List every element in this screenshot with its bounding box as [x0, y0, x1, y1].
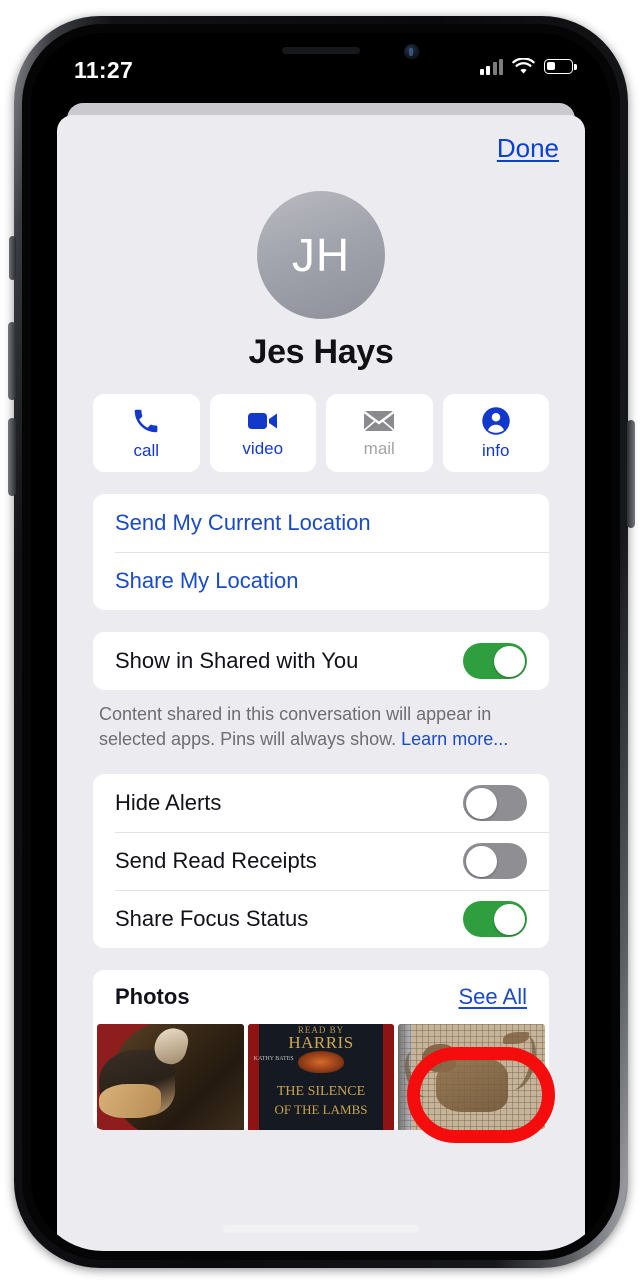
avatar[interactable]: JH — [257, 191, 385, 319]
book-author: HARRIS — [288, 1033, 354, 1052]
status-bar: 11:27 — [31, 33, 611, 95]
video-button-label: video — [242, 438, 284, 458]
mute-switch-button[interactable] — [9, 236, 16, 280]
dog-photo-thumbnail[interactable] — [97, 1024, 244, 1130]
hide-alerts-label: Hide Alerts — [115, 790, 222, 815]
battery-low-icon — [544, 59, 577, 74]
hide-alerts-row[interactable]: Hide Alerts — [93, 774, 549, 832]
sheet-header: Done — [57, 115, 585, 177]
send-my-current-location-label: Send My Current Location — [115, 510, 371, 535]
home-indicator[interactable] — [223, 1225, 419, 1233]
photos-header: Photos See All — [93, 970, 549, 1024]
avatar-initials: JH — [291, 229, 351, 281]
person-circle-icon — [482, 406, 510, 435]
show-in-shared-with-you-toggle[interactable] — [463, 643, 527, 679]
video-button[interactable]: video — [209, 394, 316, 472]
silence-of-the-lambs-book-cover-thumbnail[interactable]: READ BY HARRIS KATHY BATES THE SILENCE O… — [247, 1024, 395, 1130]
info-button-label: info — [482, 440, 510, 460]
book-title-line-1: THE SILENCE — [276, 1084, 366, 1099]
book-title-line-2: OF THE LAMBS — [274, 1102, 368, 1117]
send-read-receipts-label: Send Read Receipts — [115, 848, 317, 873]
status-bar-time: 11:27 — [74, 57, 134, 83]
book-narrator: KATHY BATES — [253, 1056, 294, 1062]
video-camera-icon — [247, 412, 277, 429]
share-focus-status-row[interactable]: Share Focus Status — [93, 890, 549, 948]
red-highlight-annotation — [407, 1047, 555, 1143]
share-focus-status-label: Share Focus Status — [115, 906, 309, 931]
contact-name: Jes Hays — [248, 333, 394, 371]
learn-more-link[interactable]: Learn more... — [401, 729, 508, 749]
volume-up-button[interactable] — [8, 322, 16, 400]
show-in-shared-with-you-label: Show in Shared with You — [115, 648, 359, 673]
show-in-shared-with-you-row[interactable]: Show in Shared with You — [93, 632, 549, 690]
mail-button[interactable]: mail — [326, 394, 433, 472]
wifi-icon — [512, 58, 535, 74]
done-button[interactable]: Done — [497, 133, 559, 164]
conversation-settings-card: Hide Alerts Send Read Receipts Share Foc… — [93, 774, 549, 948]
power-button[interactable] — [627, 420, 635, 528]
quick-actions-row: call video mail info — [57, 394, 585, 472]
mail-button-label: mail — [363, 438, 395, 458]
phone-icon — [135, 409, 158, 432]
call-button[interactable]: call — [93, 394, 200, 472]
send-read-receipts-row[interactable]: Send Read Receipts — [93, 832, 549, 890]
hide-alerts-toggle[interactable] — [463, 785, 527, 821]
moth-icon — [298, 1051, 344, 1073]
share-my-location-label: Share My Location — [115, 568, 299, 593]
screenshot-root: 11:27 Done JH Jes Hays call video mail i… — [0, 0, 642, 1280]
status-bar-indicators — [479, 58, 577, 75]
share-my-location-row[interactable]: Share My Location — [93, 552, 549, 610]
shared-with-you-footnote: Content shared in this conversation will… — [93, 702, 549, 752]
send-read-receipts-toggle[interactable] — [463, 843, 527, 879]
photos-title: Photos — [115, 984, 190, 1009]
send-my-current-location-row[interactable]: Send My Current Location — [93, 494, 549, 552]
see-all-button[interactable]: See All — [459, 984, 528, 1010]
cellular-bars-icon — [479, 58, 503, 75]
share-focus-status-toggle[interactable] — [463, 901, 527, 937]
volume-down-button[interactable] — [8, 418, 16, 496]
location-card: Send My Current Location Share My Locati… — [93, 494, 549, 610]
shared-with-you-card: Show in Shared with You — [93, 632, 549, 690]
call-button-label: call — [133, 440, 159, 460]
info-button[interactable]: info — [442, 394, 549, 472]
envelope-icon — [364, 410, 395, 431]
